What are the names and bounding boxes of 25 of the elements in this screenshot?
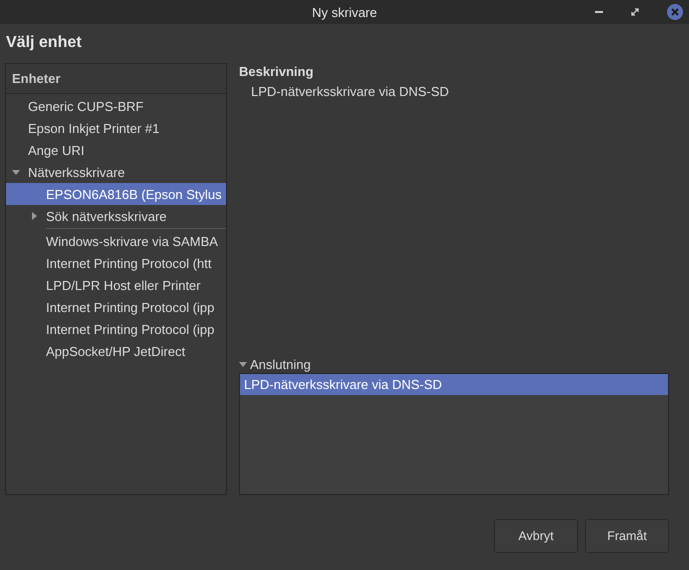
- collapsed-arrow-icon[interactable]: [30, 212, 38, 220]
- tree-item[interactable]: Epson Inkjet Printer #1: [6, 117, 226, 139]
- tree-item[interactable]: Windows-skrivare via SAMBA: [6, 230, 226, 252]
- expanded-arrow-icon[interactable]: [239, 360, 247, 368]
- tree-item[interactable]: Nätverksskrivare: [6, 161, 226, 183]
- section-title: Beskrivning: [239, 64, 314, 79]
- tree-item[interactable]: Internet Printing Protocol (ipp: [6, 296, 226, 318]
- maximize-icon[interactable]: [631, 8, 639, 16]
- tree-item[interactable]: EPSON6A816B (Epson Stylus: [6, 183, 226, 205]
- dialog-button[interactable]: Framåt: [585, 519, 669, 553]
- dialog-button[interactable]: Avbryt: [494, 519, 578, 553]
- connection-expander[interactable]: Anslutning: [239, 355, 669, 373]
- page-heading: Välj enhet: [6, 34, 83, 52]
- window-title: Ny skrivare: [312, 4, 377, 20]
- tree-item[interactable]: Internet Printing Protocol (htt: [6, 252, 226, 274]
- description-text: LPD-nätverksskrivare via DNS-SD: [251, 84, 450, 99]
- tree-item[interactable]: Sök nätverksskrivare: [6, 205, 226, 227]
- tree-item[interactable]: AppSocket/HP JetDirect: [6, 340, 226, 362]
- close-icon[interactable]: [667, 4, 683, 20]
- tree-item[interactable]: Generic CUPS-BRF: [6, 95, 226, 117]
- expanded-arrow-icon[interactable]: [12, 168, 20, 176]
- tree-item[interactable]: Internet Printing Protocol (ipp: [6, 318, 226, 340]
- tree-item[interactable]: LPD/LPR Host eller Printer: [6, 274, 226, 296]
- connection-item[interactable]: LPD-nätverksskrivare via DNS-SD: [240, 374, 668, 395]
- tree-item[interactable]: Ange URI: [6, 139, 226, 161]
